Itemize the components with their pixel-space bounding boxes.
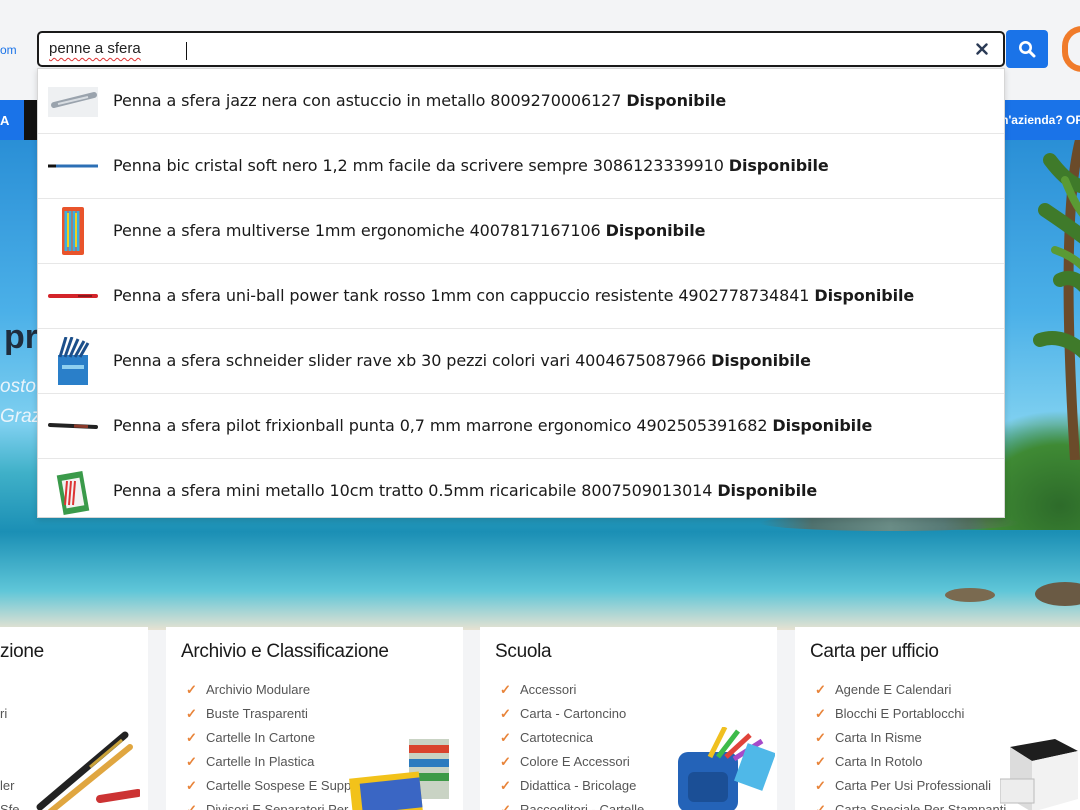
category-link[interactable]: ✓ Colore E Accessori (500, 754, 644, 778)
category-link[interactable]: ler (0, 778, 20, 802)
category-link[interactable]: ✓ Carta Speciale Per Stampanti (815, 802, 1006, 810)
check-icon: ✓ (186, 802, 197, 810)
backpack-image (678, 727, 775, 810)
availability-status: Disponibile (626, 91, 727, 110)
availability-status: Disponibile (772, 416, 873, 435)
category-list: ✓ Agende E Calendari ✓ Blocchi E Portabloc… (815, 682, 1006, 810)
availability-status: Disponibile (814, 286, 915, 305)
search-input-value[interactable]: penne a sfera (49, 40, 141, 57)
search-input[interactable]: penne a sfera (37, 31, 1005, 67)
availability-status: Disponibile (605, 221, 706, 240)
check-icon: ✓ (815, 682, 826, 697)
availability-status: Disponibile (711, 351, 811, 370)
check-icon: ✓ (500, 802, 511, 810)
category-card: zione ri ler Sfe (0, 627, 148, 810)
phone-icon[interactable] (1062, 26, 1080, 72)
category-list: ✓ Accessori ✓ Carta - Cartoncino ✓ Cartotec… (500, 682, 644, 810)
category-link[interactable]: ✓ Buste Trasparenti (186, 706, 397, 730)
suggestion-title: Penna a sfera pilot frixionball punta 0,… (113, 416, 768, 435)
check-icon: ✓ (500, 682, 511, 697)
category-link[interactable]: ✓ Agende E Calendari (815, 682, 1006, 706)
hero-rock (1035, 582, 1080, 606)
category-link[interactable] (0, 754, 20, 778)
check-icon: ✓ (186, 778, 197, 793)
suggestion-title: Penna a sfera schneider slider rave xb 3… (113, 351, 707, 370)
availability-status: Disponibile (728, 156, 829, 175)
search-suggestions-dropdown: Penna a sfera jazz nera con astuccio in … (37, 68, 1005, 518)
availability-status: Disponibile (717, 481, 818, 500)
check-icon: ✓ (815, 754, 826, 769)
check-icon: ✓ (500, 778, 511, 793)
suggestion-title: Penna bic cristal soft nero 1,2 mm facil… (113, 156, 724, 175)
check-icon: ✓ (186, 754, 197, 769)
suggestion-title: Penna a sfera uni-ball power tank rosso … (113, 286, 810, 305)
product-thumbnail (48, 467, 98, 515)
category-title[interactable]: Archivio e Classificazione (181, 641, 389, 663)
product-thumbnail (48, 207, 98, 255)
site-logo[interactable]: om (0, 43, 17, 57)
category-list: ri ler Sfe (0, 682, 20, 810)
nav-divider (24, 100, 38, 140)
category-link[interactable]: ✓ Archivio Modulare (186, 682, 397, 706)
category-link[interactable]: ✓ Carta Per Usi Professionali (815, 778, 1006, 802)
close-icon[interactable] (973, 40, 991, 58)
palm-tree-image (1033, 140, 1080, 460)
category-link[interactable] (0, 682, 20, 706)
category-title[interactable]: Scuola (495, 641, 552, 663)
search-icon (1019, 41, 1036, 58)
category-link[interactable]: ✓ Raccoglitori - Cartelle (500, 802, 644, 810)
suggestion-title: Penna a sfera mini metallo 10cm tratto 0… (113, 481, 713, 500)
search-button[interactable] (1006, 30, 1048, 68)
check-icon: ✓ (500, 730, 511, 745)
check-icon: ✓ (815, 730, 826, 745)
category-link[interactable]: ✓ Carta - Cartoncino (500, 706, 644, 730)
category-link[interactable]: ✓ Accessori (500, 682, 644, 706)
hero-heading: pr (4, 318, 38, 356)
suggestion-item[interactable]: Penna a sfera pilot frixionball punta 0,… (38, 394, 1004, 459)
text-caret (186, 42, 187, 60)
product-thumbnail (48, 272, 98, 320)
category-link[interactable]: ✓ Carta In Risme (815, 730, 1006, 754)
check-icon: ✓ (815, 706, 826, 721)
category-link[interactable]: ri (0, 706, 20, 730)
check-icon: ✓ (186, 706, 197, 721)
category-link[interactable]: Sfe (0, 802, 20, 810)
suggestion-item[interactable]: Penna a sfera jazz nera con astuccio in … (38, 69, 1004, 134)
check-icon: ✓ (186, 682, 197, 697)
check-icon: ✓ (186, 730, 197, 745)
check-icon: ✓ (500, 706, 511, 721)
suggestion-item[interactable]: Penna a sfera schneider slider rave xb 3… (38, 329, 1004, 394)
suggestion-title: Penna a sfera jazz nera con astuccio in … (113, 91, 622, 110)
category-card: Archivio e Classificazione ✓ Archivio Mod… (166, 627, 463, 810)
nav-item-right[interactable]: n'azienda? OR (1001, 113, 1080, 127)
binders-image (349, 739, 449, 810)
suggestion-item[interactable]: Penna a sfera mini metallo 10cm tratto 0… (38, 459, 1004, 524)
category-title[interactable]: Carta per ufficio (810, 641, 939, 663)
product-thumbnail (48, 77, 98, 125)
category-link[interactable]: ✓ Blocchi E Portablocchi (815, 706, 1006, 730)
suggestion-title: Penne a sfera multiverse 1mm ergonomiche… (113, 221, 601, 240)
nav-item-left[interactable]: A (0, 100, 24, 140)
category-card: Scuola ✓ Accessori ✓ Carta - Cartoncino ✓ C… (480, 627, 777, 810)
check-icon: ✓ (500, 754, 511, 769)
product-thumbnail (48, 402, 98, 450)
category-link[interactable]: ✓ Carta In Rotolo (815, 754, 1006, 778)
paper-box-image (1000, 739, 1078, 810)
product-thumbnail (48, 337, 98, 385)
category-link[interactable]: ✓ Didattica - Bricolage (500, 778, 644, 802)
category-link[interactable]: ✓ Cartotecnica (500, 730, 644, 754)
category-title[interactable]: zione (0, 641, 44, 663)
pens-image (36, 731, 140, 810)
suggestion-item[interactable]: Penna bic cristal soft nero 1,2 mm facil… (38, 134, 1004, 199)
suggestion-item[interactable]: Penne a sfera multiverse 1mm ergonomiche… (38, 199, 1004, 264)
category-card: Carta per ufficio ✓ Agende E Calendari ✓ B… (795, 627, 1080, 810)
check-icon: ✓ (815, 802, 826, 810)
product-thumbnail (48, 142, 98, 190)
suggestion-item[interactable]: Penna a sfera uni-ball power tank rosso … (38, 264, 1004, 329)
hero-rock (945, 588, 995, 602)
hero-subtext: osto (0, 376, 36, 397)
category-link[interactable] (0, 730, 20, 754)
check-icon: ✓ (815, 778, 826, 793)
